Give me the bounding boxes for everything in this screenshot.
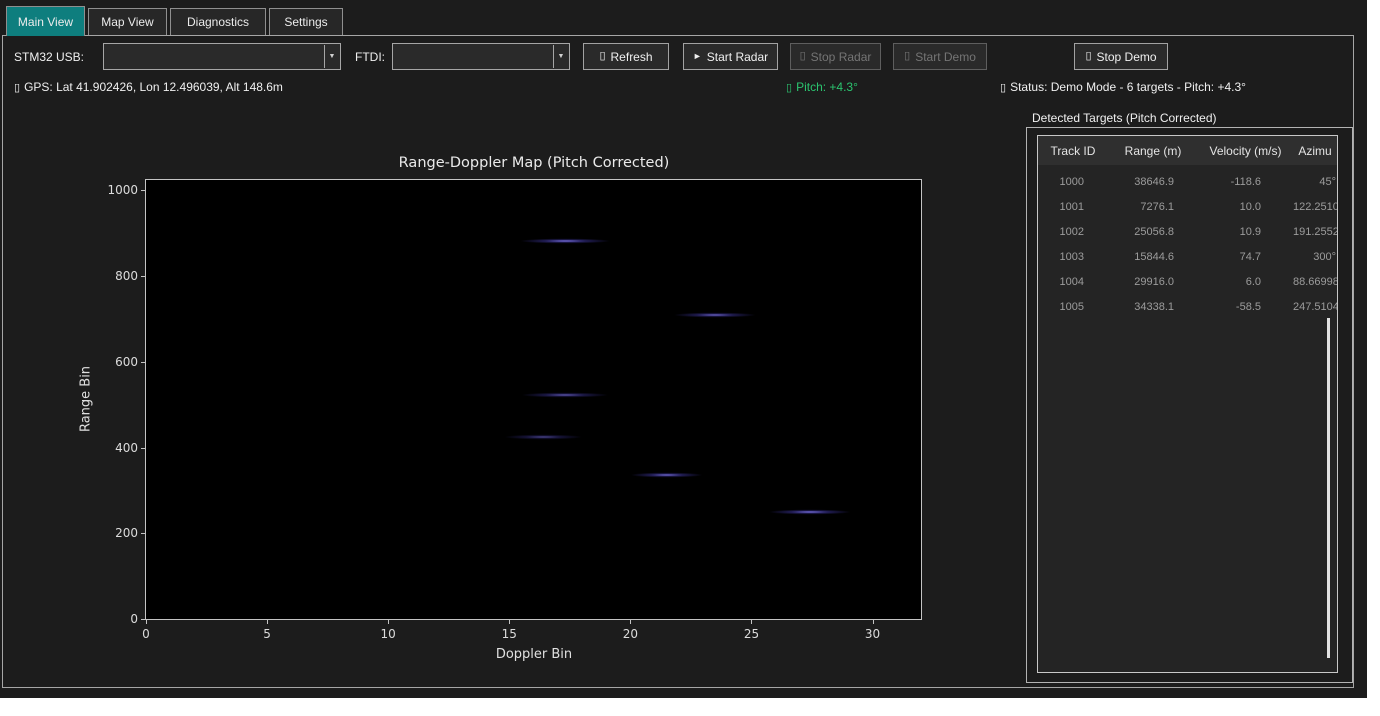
tab-main-view[interactable]: Main View (6, 6, 85, 36)
tab-label: Diagnostics (187, 15, 249, 29)
app-window: Main View Map View Diagnostics Settings … (0, 0, 1367, 698)
tab-label: Map View (101, 15, 153, 29)
tab-label: Main View (18, 15, 73, 29)
tab-diagnostics[interactable]: Diagnostics (170, 8, 266, 35)
tab-map-view[interactable]: Map View (88, 8, 167, 35)
tab-pane-border (2, 35, 1354, 688)
tab-label: Settings (284, 15, 327, 29)
screenshot-stage: Main View Map View Diagnostics Settings … (0, 0, 1380, 716)
tab-settings[interactable]: Settings (269, 8, 343, 35)
